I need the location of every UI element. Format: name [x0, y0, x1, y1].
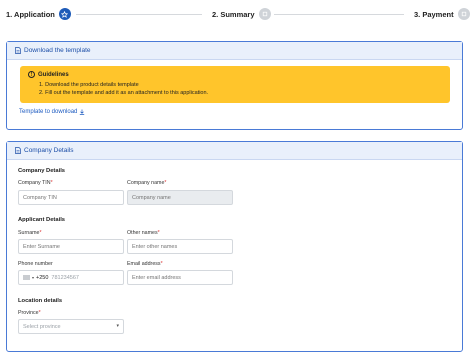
section-title-applicant: Applicant Details [18, 217, 66, 223]
other-names-label: Other names* [127, 230, 160, 236]
field-label-text: Phone number [18, 261, 53, 267]
company-tin-label: Company TIN* [18, 180, 53, 186]
guidelines-alert: ! Guidelines 1. Download the product det… [20, 66, 450, 103]
star-icon [58, 8, 71, 20]
document-icon [15, 147, 21, 154]
section-title-company: Company Details [18, 168, 66, 174]
other-names-input[interactable] [127, 239, 233, 254]
panel-header: Download the template [7, 42, 462, 60]
step-application[interactable]: 1. Application [6, 8, 71, 20]
company-name-input [127, 190, 233, 205]
panel-title: Download the template [24, 47, 91, 54]
field-label-text: Email address [127, 261, 161, 267]
surname-input[interactable] [18, 239, 124, 254]
province-label: Province* [18, 310, 41, 316]
required-marker: * [50, 180, 53, 186]
company-tin-input[interactable] [18, 190, 124, 205]
chevron-down-icon[interactable]: ▾ [32, 275, 34, 280]
field-label-text: Company TIN [18, 180, 51, 186]
field-label-text: Other names [127, 230, 158, 236]
guidelines-list: 1. Download the product details template… [28, 81, 450, 97]
chevron-down-icon: ▾ [116, 323, 119, 329]
phone-country-code: +250 [36, 274, 49, 281]
email-label: Email address* [127, 261, 163, 267]
progress-stepper: 1. Application 2. Summary 3. Payment [0, 0, 474, 30]
info-icon: ! [28, 71, 35, 78]
guidelines-title: Guidelines [38, 71, 69, 78]
guidelines-heading: ! Guidelines [28, 71, 450, 78]
field-label-text: Surname [18, 230, 40, 236]
step-pending-icon [457, 8, 470, 20]
field-label-text: Company name [127, 180, 165, 186]
phone-number-label: Phone number [18, 261, 53, 267]
download-icon [80, 109, 85, 115]
select-placeholder: Select province [23, 323, 61, 330]
document-icon [15, 47, 21, 54]
required-marker: * [38, 310, 41, 316]
required-marker: * [164, 180, 167, 186]
list-item: 1. Download the product details template [39, 82, 139, 88]
step-label: 2. Summary [212, 9, 255, 19]
surname-label: Surname* [18, 230, 42, 236]
panel-header: Company Details [7, 142, 462, 160]
flag-icon[interactable] [23, 275, 30, 280]
required-marker: * [39, 230, 42, 236]
required-marker: * [160, 261, 163, 267]
phone-placeholder: 781234567 [51, 274, 79, 281]
step-payment[interactable]: 3. Payment [414, 8, 470, 20]
step-pending-icon [258, 8, 271, 20]
download-template-panel: Download the template ! Guidelines 1. Do… [6, 41, 463, 130]
province-select[interactable]: Select province ▾ [18, 319, 124, 334]
company-name-label: Company name* [127, 180, 166, 186]
email-input[interactable] [127, 270, 233, 285]
section-title-location: Location details [18, 298, 63, 304]
step-label: 1. Application [6, 9, 55, 19]
step-label: 3. Payment [414, 9, 454, 19]
link-label: Template to download [19, 109, 78, 115]
phone-number-input[interactable]: ▾ +250 781234567 [18, 270, 124, 285]
template-download-link[interactable]: Template to download [19, 109, 85, 115]
panel-title: Company Details [24, 147, 74, 154]
required-marker: * [157, 230, 160, 236]
field-label-text: Province [18, 310, 39, 316]
company-details-panel: Company Details Company Details Company … [6, 141, 463, 352]
list-item: 2. Fill out the template and add it as a… [39, 90, 209, 96]
step-connector [274, 14, 404, 15]
step-summary[interactable]: 2. Summary [212, 8, 271, 20]
step-connector [76, 14, 202, 15]
